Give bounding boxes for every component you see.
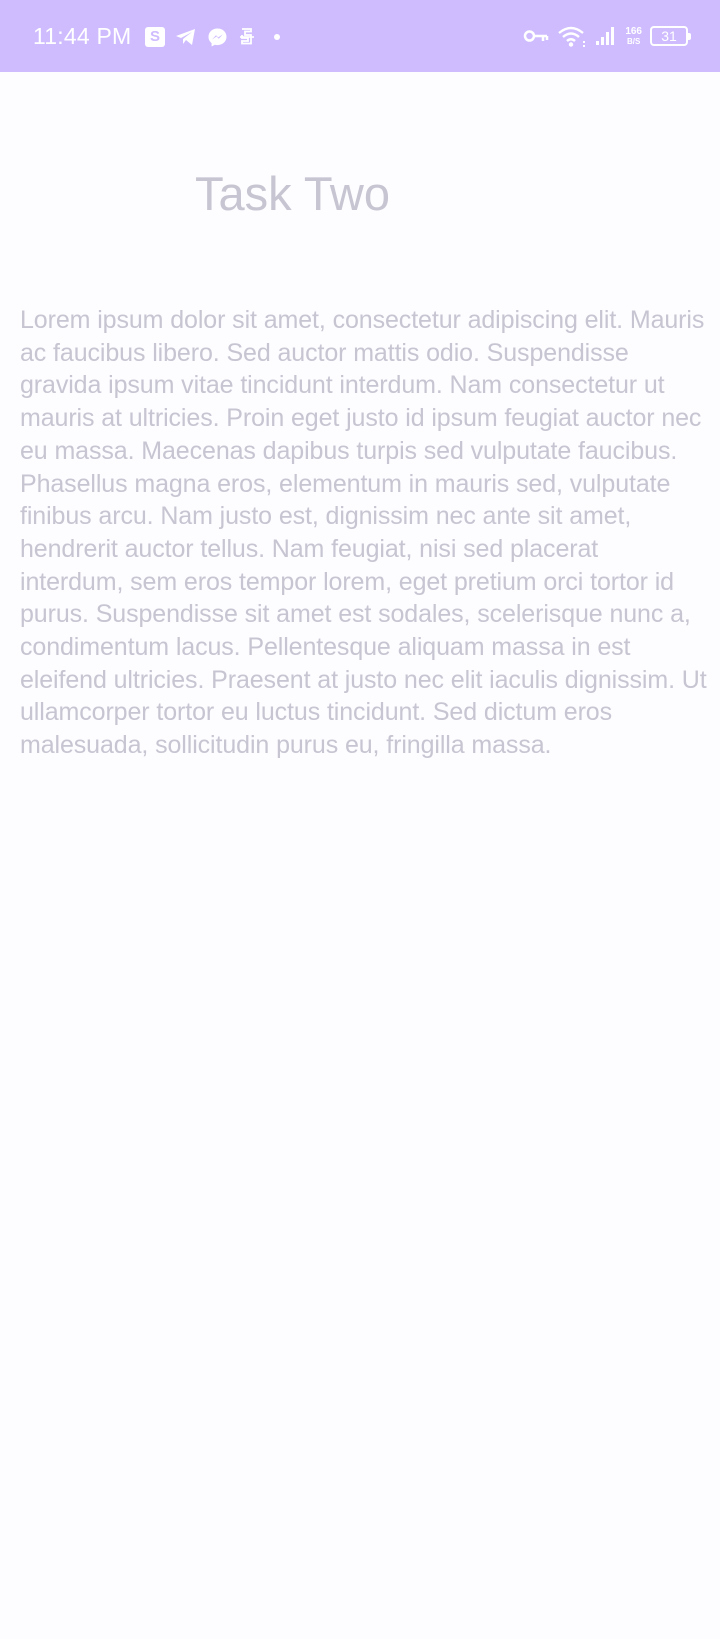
status-bar: 11:44 PM S 166 B/S 31 xyxy=(0,0,720,72)
notification-icons: S xyxy=(145,25,290,49)
wifi-icon xyxy=(557,24,587,48)
page-title: Task Two xyxy=(194,167,391,220)
body-text: Lorem ipsum dolor sit amet, consectetur … xyxy=(20,306,707,760)
vpn-key-icon xyxy=(523,28,549,44)
dot-icon xyxy=(274,34,280,40)
battery-level: 31 xyxy=(661,28,677,44)
net-speed-unit: B/S xyxy=(626,36,641,46)
signal-icon xyxy=(595,26,617,46)
status-time: 11:44 PM xyxy=(33,23,132,49)
s-logo-icon xyxy=(238,27,256,47)
net-speed: 166 B/S xyxy=(625,25,642,46)
s-app-icon: S xyxy=(145,27,165,47)
telegram-icon xyxy=(175,27,197,47)
system-icons: 166 B/S 31 xyxy=(515,23,691,49)
messenger-icon xyxy=(207,27,228,48)
net-speed-value: 166 xyxy=(625,25,642,37)
battery-icon: 31 xyxy=(650,26,691,46)
